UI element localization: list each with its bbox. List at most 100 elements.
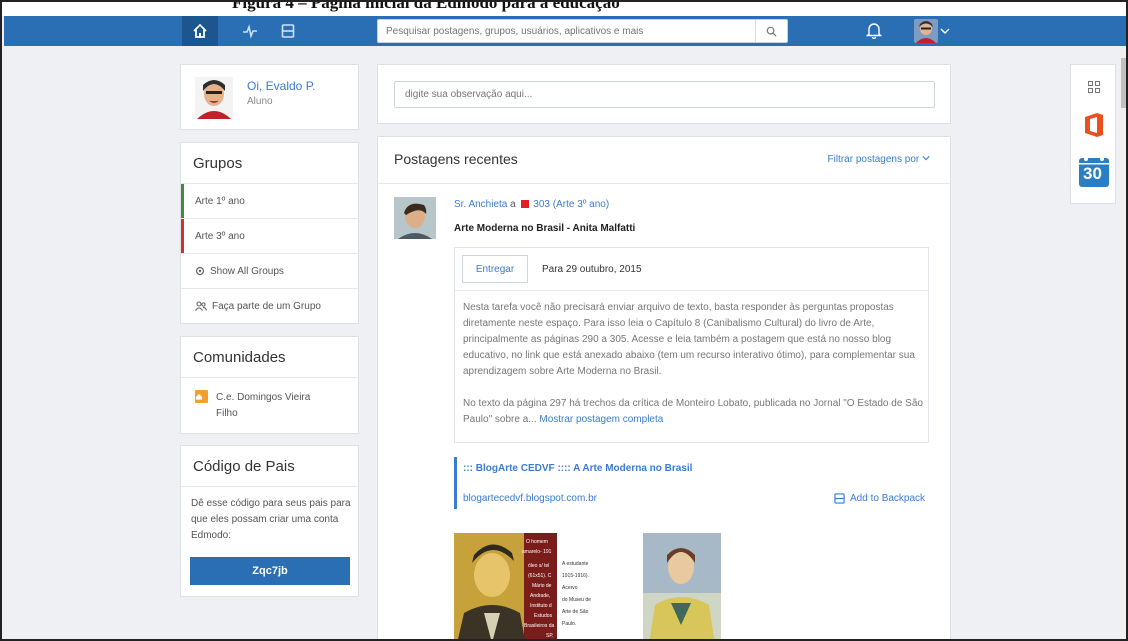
vertical-scrollbar[interactable]: [1120, 46, 1126, 639]
backpack-nav-button[interactable]: [270, 16, 306, 46]
art-caption-line: Brasileiros da: [524, 623, 555, 629]
user-menu-toggle[interactable]: [940, 23, 950, 41]
assignment-paragraph-text: No texto da página 297 há trechos da crí…: [463, 398, 923, 425]
filter-posts-label: Filtrar postagens por: [827, 154, 920, 165]
post-author-link[interactable]: Sr. Anchieta: [454, 199, 507, 210]
profile-greeting[interactable]: Oi, Evaldo P.: [247, 79, 315, 93]
community-name-line1: C.e. Domingos Vieira: [216, 392, 311, 403]
user-avatar[interactable]: [914, 19, 938, 43]
art-caption-line: O homem: [526, 539, 548, 545]
note-input[interactable]: [394, 81, 935, 108]
group-item-label: Arte 3º ano: [195, 230, 245, 242]
calendar-app-button[interactable]: 30: [1077, 151, 1111, 191]
groups-card: Grupos Arte 1º ano Arte 3º ano Show All …: [180, 142, 359, 324]
notifications-button[interactable]: [865, 21, 883, 44]
assignment-paragraph: No texto da página 297 há trechos da crí…: [463, 396, 925, 428]
art-caption-line: Acervo: [562, 585, 578, 591]
home-icon: [193, 23, 207, 38]
post-group-link[interactable]: 303 (Arte 3º ano): [533, 199, 609, 210]
divider: [455, 290, 928, 291]
art-caption-line: Mário de: [532, 583, 552, 589]
artwork-image-a-estudante[interactable]: [643, 533, 721, 639]
caption-text: Figura 4 – Página inicial da Edmodo para…: [232, 2, 620, 12]
assignment-box: Entregar Para 29 outubro, 2015 Nesta tar…: [454, 247, 929, 443]
profile-card: Oi, Evaldo P. Aluno: [180, 64, 359, 130]
painting-illustration: [643, 533, 721, 639]
activity-button[interactable]: [232, 16, 268, 46]
calendar-day: 30: [1083, 164, 1102, 183]
show-all-groups-link[interactable]: Show All Groups: [181, 253, 358, 288]
filter-posts-dropdown[interactable]: Filtrar postagens por: [828, 154, 931, 165]
search-input[interactable]: [378, 20, 750, 42]
assignment-paragraph: Nesta tarefa você não precisará enviar a…: [463, 302, 915, 377]
show-full-post-link[interactable]: Mostrar postagem completa: [539, 414, 663, 425]
group-color-square: [520, 200, 529, 208]
post-title: Arte Moderna no Brasil - Anita Malfatti: [454, 223, 636, 234]
apps-grid-button[interactable]: [1077, 69, 1111, 105]
search-button[interactable]: [755, 20, 787, 42]
post-author-line: Sr. Anchieta a 303 (Arte 3º ano): [454, 199, 609, 210]
scrollbar-thumb[interactable]: [1121, 58, 1126, 108]
group-color-bar: [181, 184, 184, 219]
show-all-groups-label: Show All Groups: [210, 265, 284, 277]
community-item[interactable]: C.e. Domingos Vieira Filho: [181, 377, 358, 434]
deliver-button[interactable]: Entregar: [462, 255, 528, 283]
join-group-link[interactable]: Faça parte de um Grupo: [181, 288, 358, 323]
profile-avatar[interactable]: [195, 77, 233, 119]
chevron-down-icon: [940, 28, 950, 34]
apps-panel: 30: [1070, 64, 1116, 204]
gear-icon: [195, 266, 205, 276]
art-caption-line: do Museu de: [562, 597, 591, 603]
post-author-avatar[interactable]: [394, 197, 436, 239]
communities-card: Comunidades C.e. Domingos Vieira Filho: [180, 336, 359, 434]
art-caption-line: Instituto d: [530, 603, 552, 609]
parents-code-button[interactable]: Zqc7jb: [190, 557, 350, 585]
artwork-caption: A estudante 1915-1916). Acervo do Museu …: [558, 533, 606, 639]
profile-role: Aluno: [247, 96, 273, 107]
art-caption-line: Estudos: [534, 613, 553, 619]
groups-title: Grupos: [193, 155, 243, 172]
divider: [378, 183, 950, 184]
office-icon: [1085, 113, 1103, 137]
home-button[interactable]: [182, 16, 218, 46]
post-author-avatar-image: [394, 197, 436, 239]
office-app-button[interactable]: [1077, 107, 1111, 143]
activity-icon: [243, 24, 257, 39]
note-composer-card: [377, 64, 951, 124]
attachment-title-link[interactable]: ::: BlogArte CEDVF :::: A Arte Moderna n…: [463, 463, 692, 474]
chevron-down-icon: [922, 156, 930, 161]
profile-avatar-image: [195, 77, 233, 119]
divider: [181, 486, 358, 487]
backpack-icon: [834, 493, 845, 504]
user-avatar-image: [914, 19, 938, 43]
group-item-arte-3[interactable]: Arte 3º ano: [181, 218, 358, 254]
art-caption-line: amarelo- 191: [522, 549, 552, 555]
parents-code-card: Código de Pais Dê esse código para seus …: [180, 445, 359, 597]
art-caption-line: Paulo.: [562, 621, 577, 627]
artwork-image-o-homem-amarelo[interactable]: O homem amarelo- 191 óleo s/ tel (61x51)…: [454, 533, 557, 639]
art-caption-line: A estudante: [562, 561, 589, 567]
due-date: Para 29 outubro, 2015: [542, 264, 642, 275]
group-item-arte-1[interactable]: Arte 1º ano: [181, 183, 358, 219]
community-name: C.e. Domingos Vieira Filho: [216, 390, 310, 422]
join-group-label: Faça parte de um Grupo: [212, 300, 321, 312]
search-icon: [766, 26, 777, 37]
add-to-backpack-button[interactable]: Add to Backpack: [834, 493, 925, 504]
recent-posts-card: Postagens recentes Filtrar postagens por…: [377, 136, 951, 639]
post-author-to: a: [510, 199, 516, 210]
group-color-bar: [181, 219, 184, 254]
backpack-icon: [281, 24, 295, 38]
parents-code-title: Código de Pais: [193, 458, 295, 475]
bell-icon: [865, 23, 883, 40]
figure-caption: Figura 4 – Página inicial da Edmodo para…: [2, 2, 1126, 16]
assignment-text: Nesta tarefa você não precisará enviar a…: [463, 300, 925, 444]
community-name-line2: Filho: [216, 408, 238, 419]
art-caption-line: SP.: [546, 633, 554, 639]
attachment-url-link[interactable]: blogartecedvf.blogspot.com.br: [463, 493, 597, 504]
recent-posts-title: Postagens recentes: [394, 151, 518, 167]
users-icon: [195, 301, 207, 311]
art-caption-line: (61x51). C: [528, 573, 552, 579]
art-caption-line: Arte de São: [562, 609, 589, 615]
school-icon: [195, 390, 208, 403]
art-caption-line: 1915-1916).: [562, 573, 589, 579]
